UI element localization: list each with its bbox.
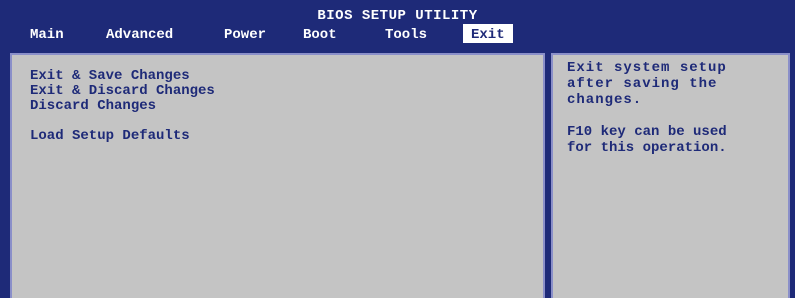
help-description: Exit system setup after saving the chang…	[567, 60, 727, 108]
tab-bar: Main Advanced Power Boot Tools Exit	[0, 24, 795, 43]
tab-advanced[interactable]: Advanced	[106, 24, 173, 43]
tab-exit[interactable]: Exit	[463, 24, 513, 43]
help-note: F10 key can be used for this operation.	[567, 124, 727, 156]
options-panel: Exit & Save Changes Exit & Discard Chang…	[8, 51, 547, 298]
tab-power[interactable]: Power	[224, 24, 266, 43]
load-setup-defaults-item[interactable]: Load Setup Defaults	[30, 129, 215, 144]
tab-main[interactable]: Main	[30, 24, 64, 43]
header-bar: BIOS SETUP UTILITY Main Advanced Power B…	[0, 0, 795, 43]
tab-boot[interactable]: Boot	[303, 24, 337, 43]
tab-tools[interactable]: Tools	[385, 24, 427, 43]
discard-changes-item[interactable]: Discard Changes	[30, 99, 215, 114]
exit-discard-changes-item[interactable]: Exit & Discard Changes	[30, 84, 215, 99]
menu-spacer	[30, 114, 215, 129]
exit-menu: Exit & Save Changes Exit & Discard Chang…	[30, 69, 215, 144]
help-panel: Exit system setup after saving the chang…	[549, 51, 792, 298]
main-area: Exit & Save Changes Exit & Discard Chang…	[0, 43, 795, 298]
bios-title: BIOS SETUP UTILITY	[317, 8, 478, 24]
help-text: Exit system setup after saving the chang…	[567, 60, 782, 156]
exit-save-changes-item[interactable]: Exit & Save Changes	[30, 69, 215, 84]
bios-setup-screen: BIOS SETUP UTILITY Main Advanced Power B…	[0, 0, 795, 298]
